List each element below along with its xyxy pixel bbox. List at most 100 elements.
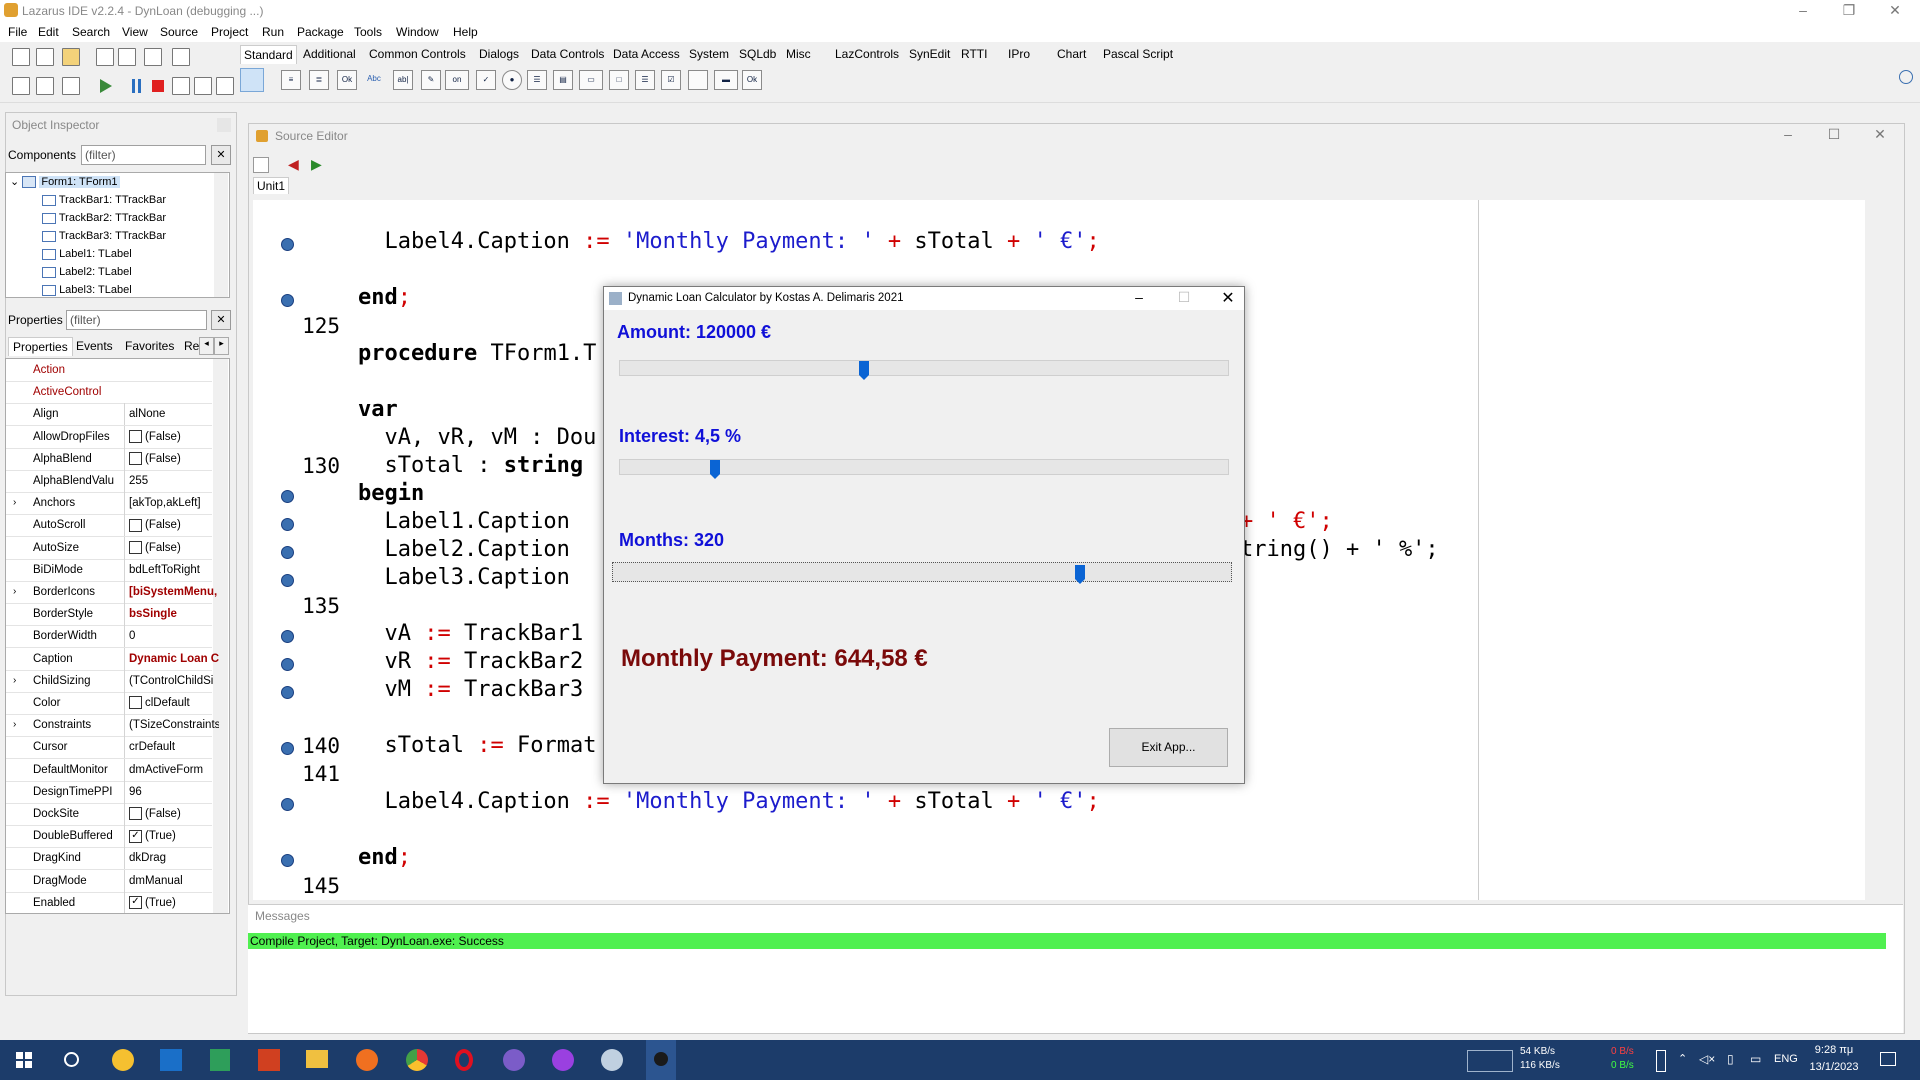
save-all-icon[interactable] <box>118 48 136 66</box>
palette-tab-sqldb[interactable]: SQLdb <box>736 45 779 63</box>
property-value[interactable]: alNone <box>124 403 219 426</box>
view-units-icon[interactable] <box>172 48 190 66</box>
palette-tab-standard[interactable]: Standard <box>240 45 297 64</box>
editor-maximize-button[interactable]: ☐ <box>1811 124 1857 146</box>
step-out-icon[interactable] <box>216 77 234 95</box>
property-value[interactable]: ✓ (True) <box>124 825 219 848</box>
property-row[interactable]: AutoScroll (False) <box>6 514 212 538</box>
dynloan-taskbar-button[interactable] <box>646 1040 676 1080</box>
palette-tab-data-access[interactable]: Data Access <box>610 45 683 63</box>
run-icon[interactable] <box>100 79 112 93</box>
breakpoint-dot-icon[interactable] <box>281 658 294 671</box>
menu-source[interactable]: Source <box>160 25 198 39</box>
expand-property-icon[interactable]: › <box>13 714 16 736</box>
pause-icon[interactable] <box>132 79 135 93</box>
togglebox-component-icon[interactable]: on <box>445 70 469 90</box>
tab-scroll-right-icon[interactable]: ▸ <box>214 337 229 355</box>
property-row[interactable]: AllowDropFiles (False) <box>6 425 212 449</box>
amount-trackbar[interactable] <box>619 360 1229 380</box>
property-row[interactable]: DockSite (False) <box>6 803 212 826</box>
palette-tab-data-controls[interactable]: Data Controls <box>528 45 607 63</box>
property-row[interactable]: BiDiMode bdLeftToRight <box>6 558 212 582</box>
lazarus-taskbar-icon[interactable] <box>601 1049 623 1071</box>
new-form-icon[interactable] <box>36 48 54 66</box>
property-value[interactable]: Dynamic Loan C <box>124 647 219 670</box>
palette-tab-system[interactable]: System <box>686 45 732 63</box>
editor-menu-icon[interactable] <box>253 157 269 173</box>
property-row[interactable]: Cursor crDefault <box>6 736 212 760</box>
clear-filter-icon[interactable]: ✕ <box>211 145 231 165</box>
step-over-icon[interactable] <box>194 77 212 95</box>
save-icon[interactable] <box>96 48 114 66</box>
label-component-icon[interactable]: Abc <box>365 70 383 88</box>
paint-icon[interactable] <box>258 1049 280 1071</box>
property-value[interactable]: dkDrag <box>124 847 219 870</box>
palette-tab-chart[interactable]: Chart <box>1054 45 1089 63</box>
menu-edit[interactable]: Edit <box>38 25 59 39</box>
palette-tab-misc[interactable]: Misc <box>783 45 814 63</box>
edit-component-icon[interactable]: ab| <box>393 70 413 90</box>
actionlist-component-icon[interactable]: Ok <box>742 70 762 90</box>
property-value[interactable]: (TSizeConstraints <box>124 714 219 737</box>
interest-trackbar-thumb[interactable] <box>710 460 720 479</box>
property-value[interactable]: (False) <box>124 514 219 537</box>
breakpoint-dot-icon[interactable] <box>281 686 294 699</box>
clock-time[interactable]: 9:28 πμ <box>1806 1044 1862 1056</box>
property-row[interactable]: BorderWidth 0 <box>6 625 212 649</box>
language-indicator[interactable]: ENG <box>1774 1053 1798 1065</box>
notepad-icon[interactable] <box>210 1049 230 1071</box>
frame-component-icon[interactable]: ▬ <box>714 70 738 90</box>
firefox-icon[interactable] <box>356 1049 378 1071</box>
property-value[interactable]: (TControlChildSi <box>124 669 219 692</box>
toggle-form-icon[interactable] <box>144 48 162 66</box>
dialog-close-button[interactable]: ✕ <box>1213 288 1243 308</box>
exit-app-button[interactable]: Exit App... <box>1109 728 1228 767</box>
scrollbar-component-icon[interactable]: ▭ <box>579 70 603 90</box>
minimize-button[interactable]: – <box>1780 0 1826 22</box>
property-value[interactable]: [biSystemMenu, <box>124 581 219 603</box>
tree-node-label1[interactable]: Label1: TLabel <box>42 245 132 263</box>
editor-close-button[interactable]: ✕ <box>1857 124 1903 146</box>
property-row[interactable]: Color clDefault <box>6 692 212 715</box>
palette-tab-additional[interactable]: Additional <box>300 45 359 63</box>
palette-tab-dialogs[interactable]: Dialogs <box>476 45 522 63</box>
build-mode-icon[interactable] <box>62 77 80 95</box>
property-row[interactable]: DesignTimePPI 96 <box>6 780 212 804</box>
restore-button[interactable]: ❐ <box>1826 0 1872 22</box>
expand-property-icon[interactable]: › <box>13 492 16 514</box>
property-row[interactable]: DefaultMonitor dmActiveForm <box>6 758 212 782</box>
property-row[interactable]: › ChildSizing (TControlChildSi <box>6 669 213 693</box>
property-value[interactable]: bdLeftToRight <box>124 558 219 581</box>
options-icon[interactable] <box>36 77 54 95</box>
step-into-icon[interactable] <box>172 77 190 95</box>
expand-property-icon[interactable]: › <box>13 670 16 692</box>
interest-trackbar[interactable] <box>619 459 1229 479</box>
object-inspector-close-icon[interactable] <box>217 118 231 132</box>
breakpoint-dot-icon[interactable] <box>281 238 294 251</box>
property-value[interactable]: ✓ (True) <box>124 891 219 913</box>
search-icon[interactable] <box>64 1052 79 1067</box>
property-value[interactable]: (False) <box>124 425 219 448</box>
breakpoint-dot-icon[interactable] <box>281 294 294 307</box>
property-row[interactable]: › Anchors [akTop,akLeft] <box>6 492 212 516</box>
dialog-minimize-button[interactable]: – <box>1124 289 1154 305</box>
components-filter-input[interactable]: (filter) <box>81 145 206 165</box>
palette-tab-synedit[interactable]: SynEdit <box>906 45 953 63</box>
property-value[interactable]: bsSingle <box>124 603 219 626</box>
view-forms-icon[interactable] <box>12 77 30 95</box>
opera-icon[interactable] <box>455 1049 473 1071</box>
property-value[interactable]: dmManual <box>124 869 219 892</box>
radiobutton-component-icon[interactable]: ● <box>502 70 522 90</box>
tree-node-trackbar2[interactable]: TrackBar2: TTrackBar <box>42 209 166 227</box>
tab-favorites[interactable]: Favorites <box>125 339 174 353</box>
weather-icon[interactable] <box>112 1049 134 1071</box>
property-row[interactable]: › Constraints (TSizeConstraints <box>6 714 219 738</box>
menu-view[interactable]: View <box>122 25 148 39</box>
chrome-icon[interactable] <box>406 1049 428 1071</box>
menu-file[interactable]: File <box>8 25 27 39</box>
new-unit-icon[interactable] <box>12 48 30 66</box>
menu-search[interactable]: Search <box>72 25 110 39</box>
notifications-icon[interactable] <box>1880 1052 1896 1066</box>
checkbox-component-icon[interactable]: ✓ <box>476 70 496 90</box>
tree-node-trackbar3[interactable]: TrackBar3: TTrackBar <box>42 227 166 245</box>
